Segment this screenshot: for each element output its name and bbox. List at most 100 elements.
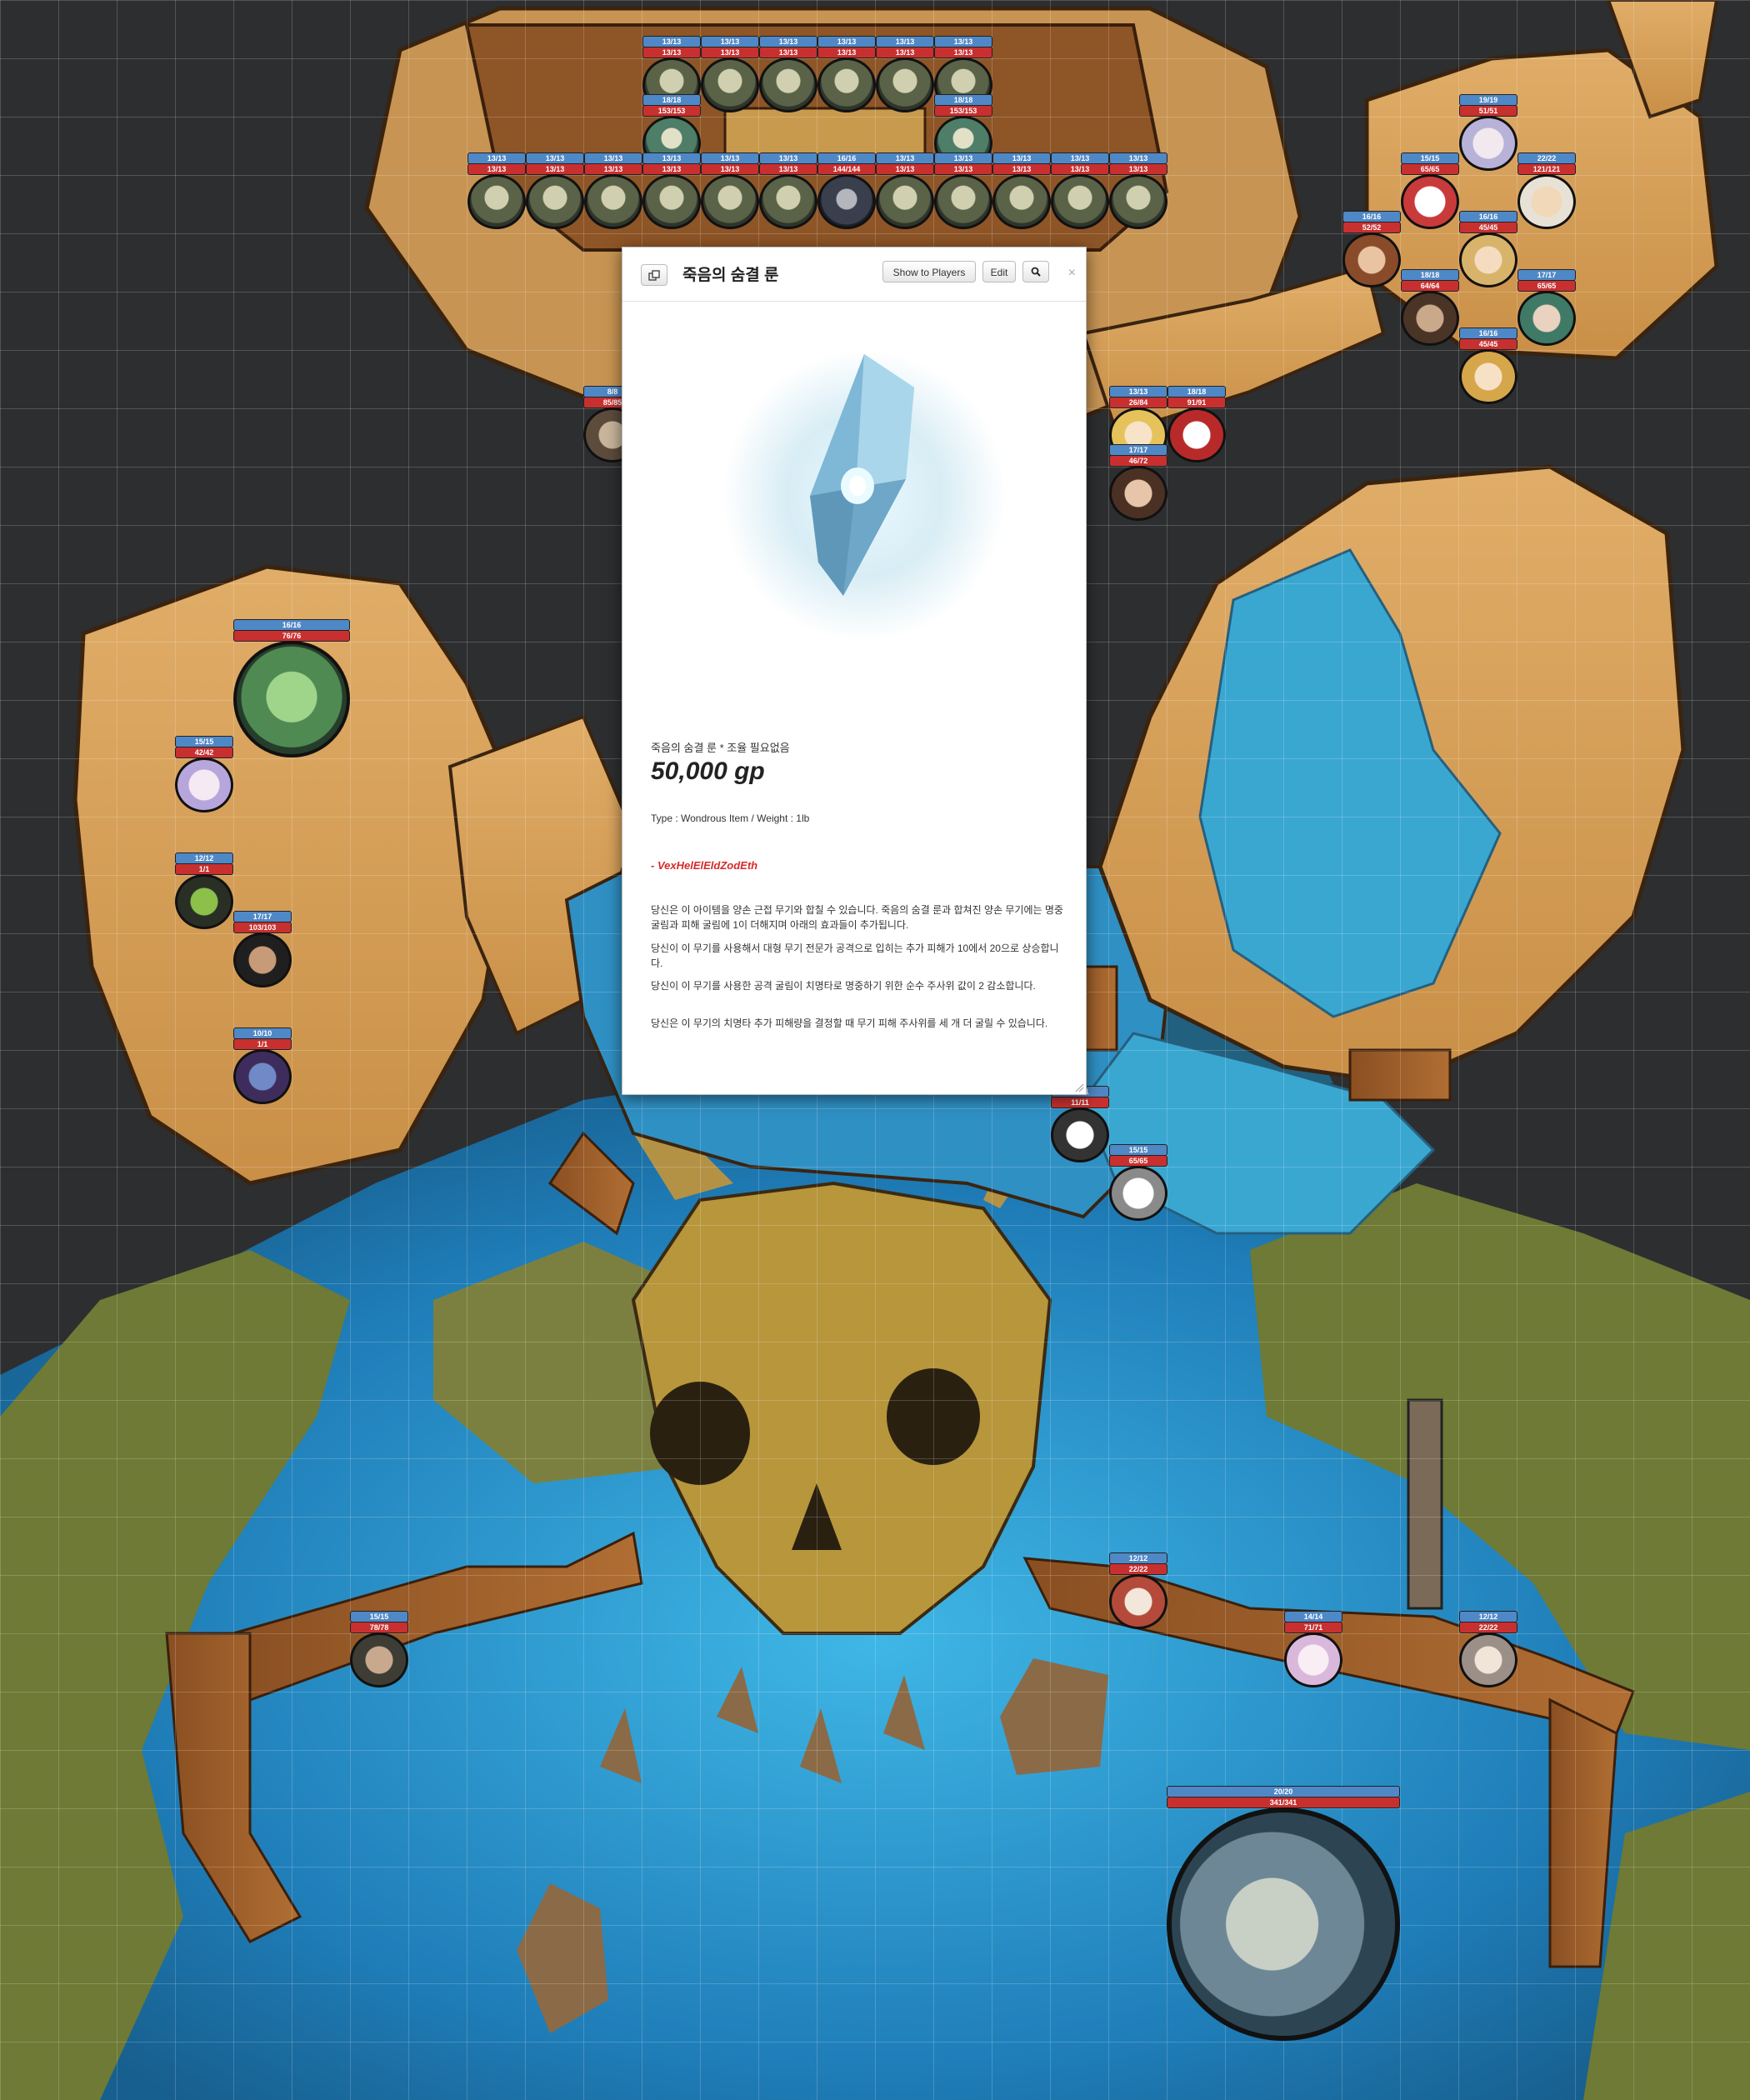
token-ac-bar: 22/22: [1518, 152, 1576, 164]
token-hp-bar: 153/153: [642, 105, 701, 117]
skeleton-portrait: [934, 174, 992, 229]
token-dragon-turtle[interactable]: 20/20 341/341: [1167, 1786, 1400, 2041]
token-party-member[interactable]: 15/15 65/65: [1401, 152, 1459, 229]
token-ac-bar: 19/19: [1459, 94, 1518, 106]
token-skeleton[interactable]: 13/13 13/13: [818, 36, 876, 112]
token-skeleton[interactable]: 13/13 13/13: [1109, 152, 1168, 229]
token-ac-bar: 13/13: [759, 36, 818, 48]
token-skeleton[interactable]: 13/13 13/13: [759, 36, 818, 112]
token-fishman[interactable]: 16/16 76/76: [233, 619, 350, 758]
token-ac-bar: 13/13: [934, 36, 992, 48]
token-pirate[interactable]: 17/17 103/103: [233, 911, 292, 988]
token-hp-bar: 13/13: [818, 47, 876, 58]
token-hp-bar: 22/22: [1109, 1563, 1168, 1575]
token-hp-bar: 13/13: [759, 47, 818, 58]
token-west-npc[interactable]: 15/15 42/42: [175, 736, 233, 812]
token-ac-bar: 18/18: [1168, 386, 1226, 398]
token-npc[interactable]: 11/11 11/11: [1051, 1086, 1109, 1162]
description-paragraph: 당신이 이 무기를 사용한 공격 굴림이 치명타로 명중하기 위한 순수 주사위…: [651, 980, 1036, 992]
token-hp-bar: 22/22: [1459, 1622, 1518, 1633]
token-skeleton[interactable]: 13/13 13/13: [642, 152, 701, 229]
token-npc[interactable]: 18/18 91/91: [1168, 386, 1226, 462]
pirate-portrait: [233, 932, 292, 988]
token-hp-bar: 103/103: [233, 922, 292, 933]
npc-portrait: [1459, 1632, 1518, 1688]
token-skeleton[interactable]: 13/13 13/13: [876, 36, 934, 112]
token-ac-bar: 13/13: [876, 36, 934, 48]
token-npc[interactable]: 15/15 65/65: [1109, 1144, 1168, 1221]
captain-portrait: [818, 174, 876, 229]
token-skeleton[interactable]: 13/13 13/13: [584, 152, 642, 229]
token-skeleton[interactable]: 13/13 13/13: [759, 152, 818, 229]
token-hp-bar: 153/153: [934, 105, 992, 117]
token-hp-bar: 13/13: [876, 47, 934, 58]
popout-button[interactable]: [641, 264, 668, 286]
token-ac-bar: 13/13: [1109, 386, 1168, 398]
token-npc[interactable]: 14/14 71/71: [1284, 1611, 1342, 1688]
token-ac-bar: 13/13: [584, 152, 642, 164]
resize-handle-icon[interactable]: [1074, 1082, 1084, 1092]
token-ac-bar: 12/12: [1459, 1611, 1518, 1622]
token-skeleton[interactable]: 13/13 13/13: [934, 152, 992, 229]
token-party-member[interactable]: 17/17 65/65: [1518, 269, 1576, 346]
token-npc[interactable]: 12/12 22/22: [1459, 1611, 1518, 1688]
dialog-header[interactable]: 죽음의 숨결 룬 Show to Players Edit ×: [622, 248, 1086, 302]
token-party-member[interactable]: 18/18 64/64: [1401, 269, 1459, 346]
token-skeleton[interactable]: 13/13 13/13: [701, 36, 759, 112]
npc-portrait: [1109, 466, 1168, 521]
token-pirate-captain[interactable]: 16/16 144/144: [818, 152, 876, 229]
token-ac-bar: 13/13: [701, 152, 759, 164]
item-handout-dialog[interactable]: 죽음의 숨결 룬 Show to Players Edit × 죽음의 숨결 룬…: [622, 247, 1087, 1095]
token-skeleton[interactable]: 13/13 13/13: [876, 152, 934, 229]
npc-portrait: [1284, 1632, 1342, 1688]
token-soldier[interactable]: 15/15 78/78: [350, 1611, 408, 1688]
popout-icon: [648, 270, 660, 281]
token-ac-bar: 13/13: [701, 36, 759, 48]
token-skeleton[interactable]: 13/13 13/13: [468, 152, 526, 229]
token-hp-bar: 13/13: [526, 163, 584, 175]
skeleton-portrait: [759, 58, 818, 112]
token-hp-bar: 13/13: [876, 163, 934, 175]
token-ac-bar: 13/13: [818, 36, 876, 48]
token-skeleton[interactable]: 13/13 13/13: [701, 152, 759, 229]
token-party-member[interactable]: 22/22 121/121: [1518, 152, 1576, 229]
token-ac-bar: 18/18: [1401, 269, 1459, 281]
description-paragraph: 당신이 이 무기를 사용해서 대형 무기 전문가 공격으로 입히는 추가 피해가…: [651, 942, 1059, 969]
party-portrait: [1518, 291, 1576, 346]
token-party-member[interactable]: 19/19 51/51: [1459, 94, 1518, 171]
token-hp-bar: 1/1: [233, 1038, 292, 1050]
npc-portrait: [1051, 1108, 1109, 1162]
show-to-players-button[interactable]: Show to Players: [882, 261, 976, 282]
token-ac-bar: 14/14: [1284, 1611, 1342, 1622]
token-npc[interactable]: 17/17 46/72: [1109, 444, 1168, 521]
skeleton-portrait: [642, 174, 701, 229]
token-monster[interactable]: 10/10 1/1: [233, 1028, 292, 1104]
token-party-member[interactable]: 16/16 52/52: [1342, 211, 1401, 288]
search-button[interactable]: [1022, 261, 1049, 282]
skeleton-portrait: [701, 174, 759, 229]
token-ac-bar: 15/15: [350, 1611, 408, 1622]
token-skeleton[interactable]: 13/13 13/13: [992, 152, 1051, 229]
edit-button[interactable]: Edit: [982, 261, 1016, 282]
token-party-member[interactable]: 16/16 45/45: [1459, 211, 1518, 288]
token-parrot[interactable]: 12/12 1/1: [175, 852, 233, 929]
token-party-member[interactable]: 16/16 45/45: [1459, 328, 1518, 404]
token-ac-bar: 16/16: [1342, 211, 1401, 222]
token-hp-bar: 121/121: [1518, 163, 1576, 175]
skeleton-portrait: [1051, 174, 1109, 229]
token-hp-bar: 11/11: [1051, 1097, 1109, 1108]
token-hp-bar: 13/13: [701, 47, 759, 58]
close-icon[interactable]: ×: [1068, 266, 1076, 281]
fishman-portrait: [233, 641, 350, 758]
token-skeleton[interactable]: 13/13 13/13: [526, 152, 584, 229]
token-npc[interactable]: 12/12 22/22: [1109, 1552, 1168, 1629]
skeleton-portrait: [526, 174, 584, 229]
token-skeleton[interactable]: 13/13 13/13: [1051, 152, 1109, 229]
token-hp-bar: 65/65: [1401, 163, 1459, 175]
soldier-portrait: [350, 1632, 408, 1688]
description-paragraph: 당신은 이 아이템을 양손 근접 무기와 합칠 수 있습니다. 죽음의 숨결 룬…: [651, 904, 1063, 931]
skeleton-portrait: [468, 174, 526, 229]
token-hp-bar: 76/76: [233, 630, 350, 642]
party-portrait: [1401, 174, 1459, 229]
npc-portrait: [1109, 1166, 1168, 1221]
